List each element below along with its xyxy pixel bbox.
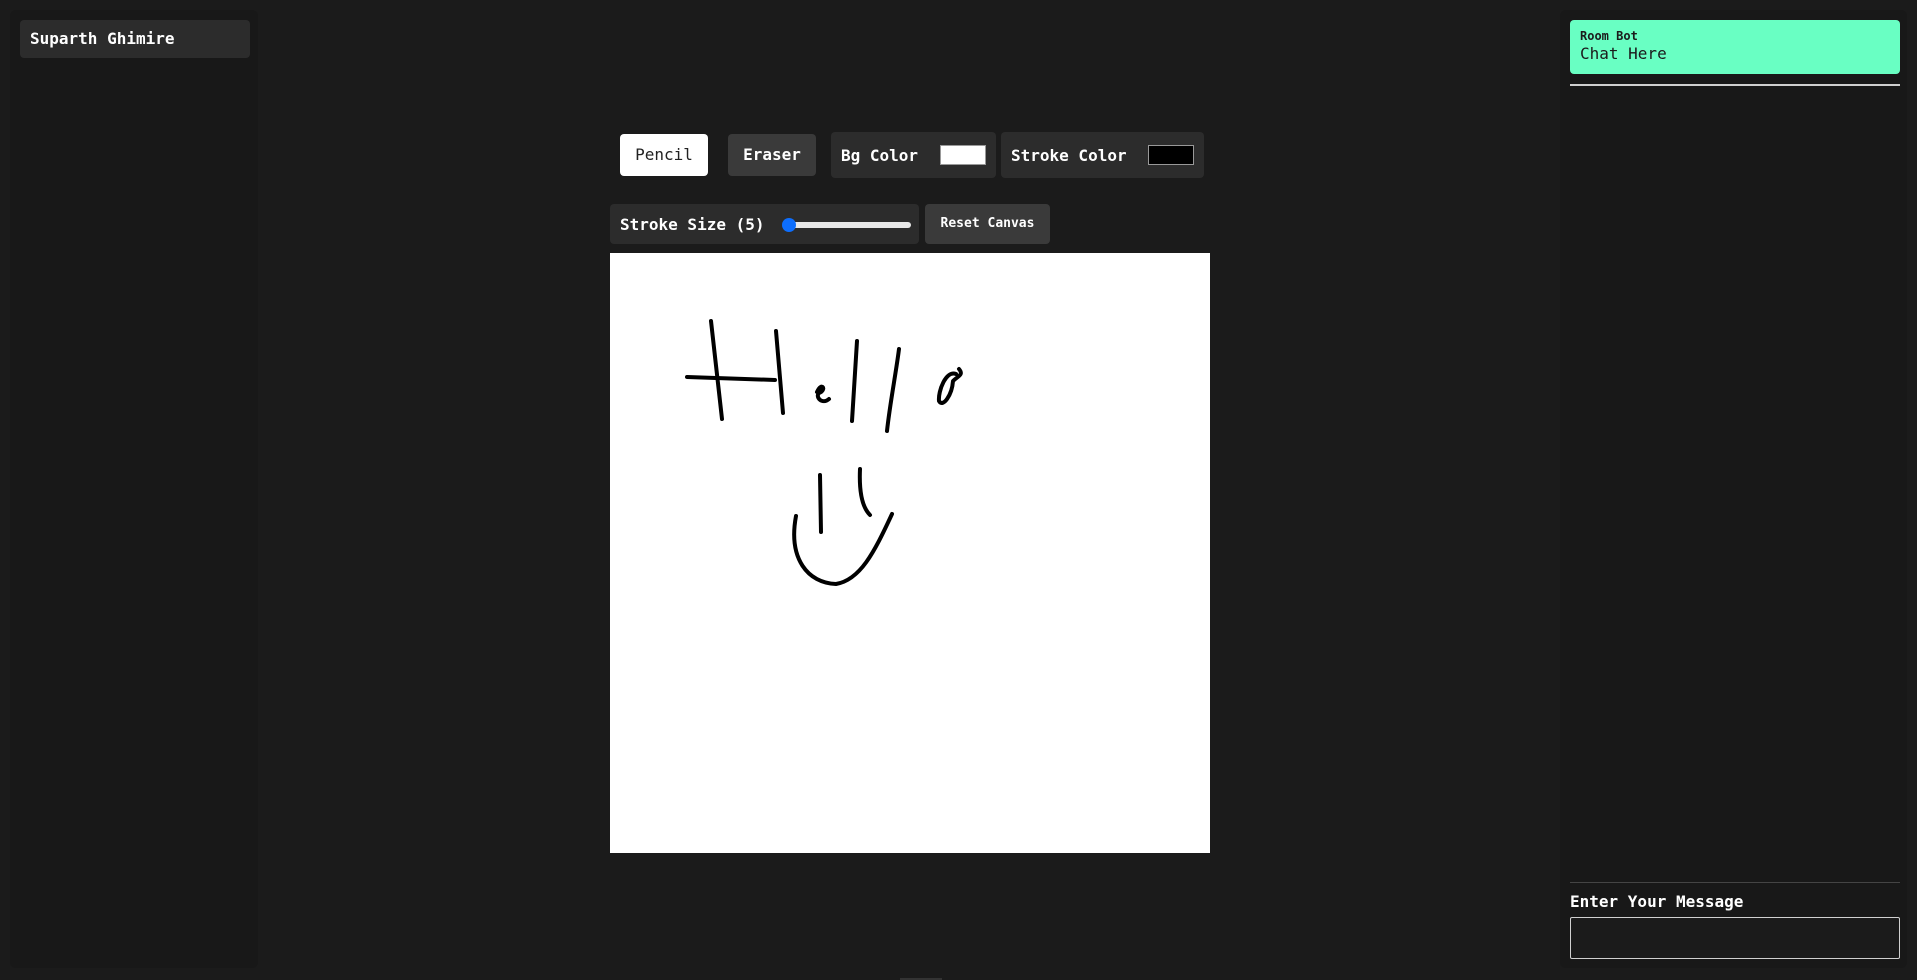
pencil-button[interactable]: Pencil — [620, 134, 708, 176]
message-input-label: Enter Your Message — [1570, 892, 1744, 911]
drawn-stroke — [818, 473, 823, 534]
stroke-size-label: Stroke Size (5) — [620, 214, 765, 234]
drawn-stroke — [774, 329, 785, 415]
drawn-stroke — [709, 319, 724, 421]
stroke-size-slider[interactable] — [782, 218, 911, 232]
bg-color-picker[interactable] — [940, 145, 986, 165]
eraser-button[interactable]: Eraser — [728, 134, 816, 176]
user-list-panel: Suparth Ghimire — [10, 10, 258, 968]
drawing-canvas[interactable] — [610, 253, 1210, 853]
chat-divider — [1570, 882, 1900, 883]
message-text: Chat Here — [1580, 44, 1667, 63]
user-item[interactable]: Suparth Ghimire — [20, 20, 250, 58]
stroke-color-control: Stroke Color — [1001, 132, 1204, 178]
chat-divider — [1570, 84, 1900, 86]
stroke-size-control: Stroke Size (5) — [610, 204, 919, 244]
reset-canvas-button[interactable]: Reset Canvas — [925, 204, 1050, 244]
drawn-stroke — [857, 467, 872, 517]
drawn-stroke — [936, 367, 963, 405]
message-input[interactable] — [1570, 917, 1900, 959]
bg-color-label: Bg Color — [841, 145, 919, 165]
drawn-stroke — [792, 512, 894, 586]
drawn-stroke — [850, 339, 859, 423]
drawn-stroke — [885, 347, 901, 433]
chat-panel: Room Bot Chat Here Enter Your Message — [1560, 10, 1907, 968]
slider-thumb[interactable] — [782, 218, 797, 232]
drawn-stroke — [685, 375, 777, 382]
bg-color-control: Bg Color — [831, 132, 996, 178]
message-sender: Room Bot — [1580, 29, 1638, 43]
drawn-stroke — [815, 384, 831, 404]
canvas-drawing — [685, 319, 963, 586]
stroke-color-picker[interactable] — [1148, 145, 1194, 165]
stroke-color-label: Stroke Color — [1011, 145, 1127, 165]
chat-message: Room Bot Chat Here — [1570, 20, 1900, 74]
